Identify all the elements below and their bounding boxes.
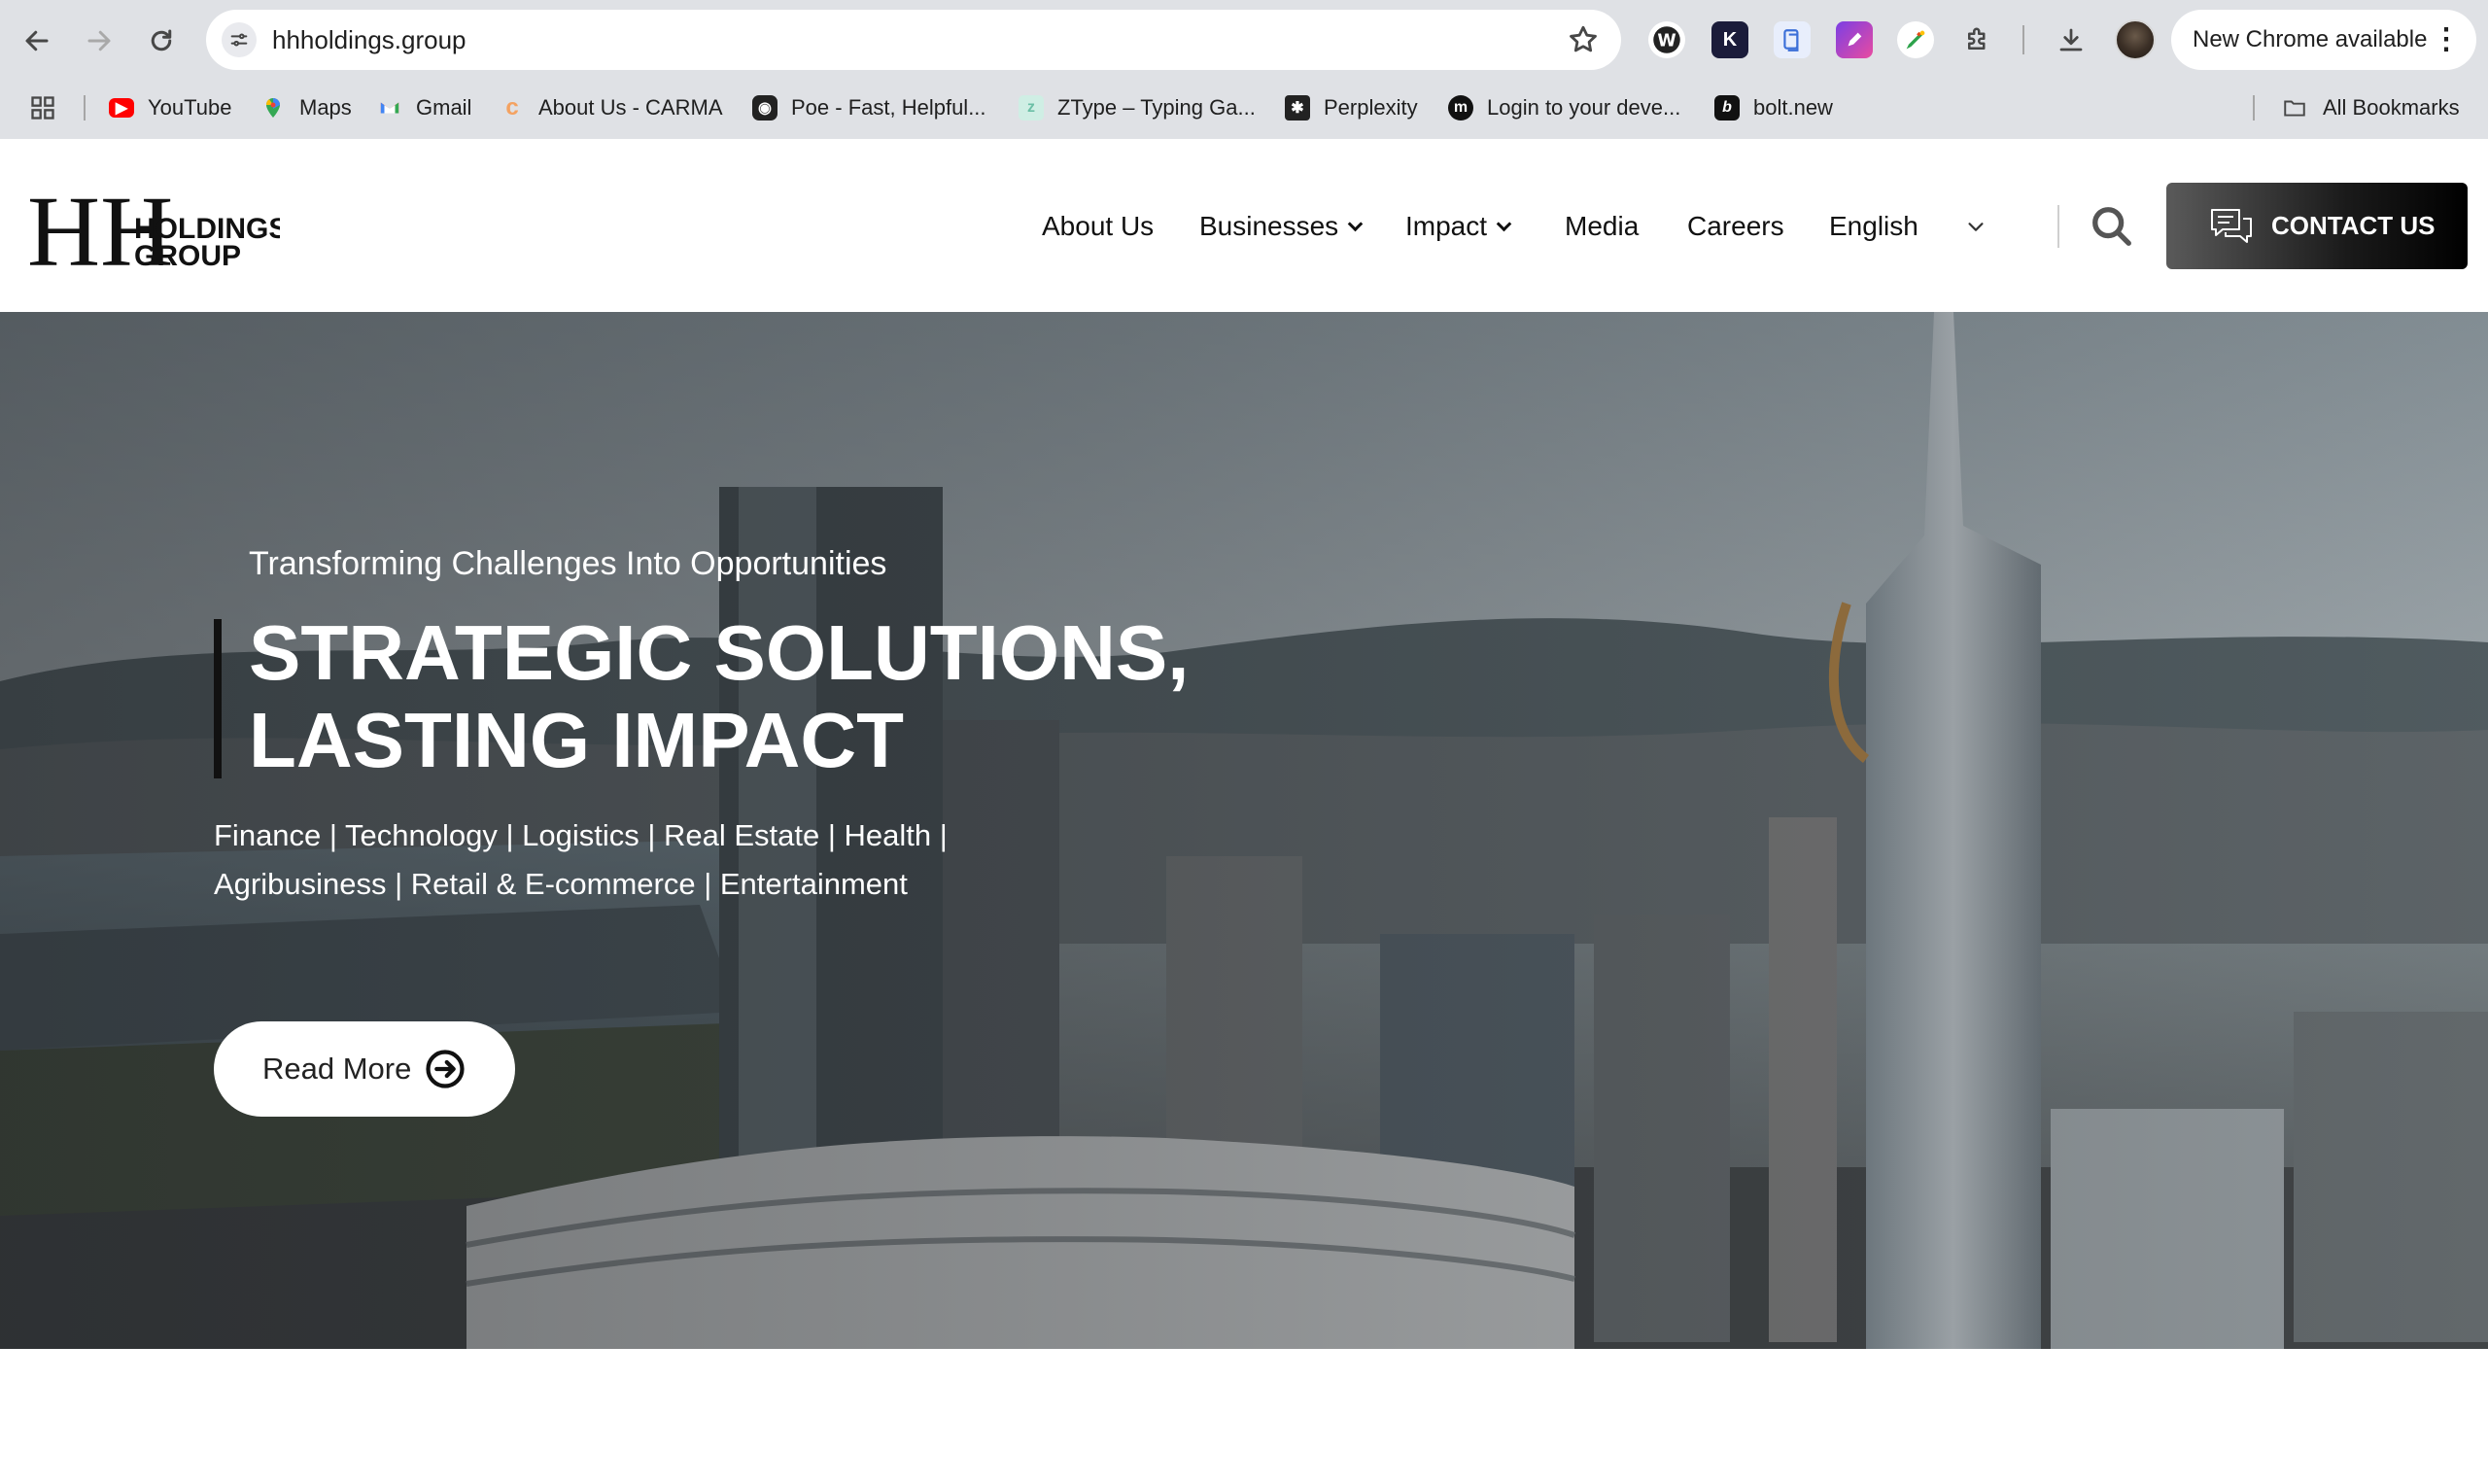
hero-accent-bar xyxy=(214,619,222,778)
nav-label: Impact xyxy=(1405,211,1488,241)
nav-media[interactable]: Media xyxy=(1565,194,1639,259)
bookmarks-divider xyxy=(2253,95,2255,121)
reload-button[interactable] xyxy=(138,17,185,64)
toolbar-divider xyxy=(2022,25,2024,54)
language-selector[interactable]: English xyxy=(1829,194,1988,259)
site-info-icon[interactable] xyxy=(222,22,257,57)
nav-label: Careers xyxy=(1687,211,1784,241)
extensions-puzzle-icon[interactable] xyxy=(1959,21,1996,58)
nav-label: Media xyxy=(1565,211,1640,241)
chevron-down-icon xyxy=(1347,216,1364,232)
profile-avatar[interactable] xyxy=(2115,19,2156,60)
bookmark-ztype[interactable]: z ZType – Typing Ga... xyxy=(1019,86,1256,130)
nav-impact[interactable]: Impact xyxy=(1405,194,1512,259)
bookmark-login[interactable]: m Login to your deve... xyxy=(1448,86,1680,130)
k-extension-icon[interactable]: K xyxy=(1711,21,1748,58)
bookmark-perplexity[interactable]: ✱ Perplexity xyxy=(1285,86,1418,130)
browser-toolbar: hhholdings.group W K New Chrome availabl… xyxy=(0,0,2488,80)
arrow-right-icon xyxy=(87,30,111,52)
address-bar[interactable]: hhholdings.group xyxy=(206,10,1621,70)
hero-section: Transforming Challenges Into Opportuniti… xyxy=(0,312,2488,1349)
menu-dots-icon[interactable]: ⋮ xyxy=(2432,10,2461,70)
wordpress-extension-icon[interactable]: W xyxy=(1648,21,1685,58)
bookmark-label: bolt.new xyxy=(1753,95,1833,120)
arrow-circle-right-icon xyxy=(426,1050,465,1088)
chrome-update-button[interactable]: New Chrome available ⋮ xyxy=(2171,10,2476,70)
bookmark-label: Poe - Fast, Helpful... xyxy=(791,95,986,120)
chevron-down-icon xyxy=(1968,223,1984,231)
medium-icon: m xyxy=(1448,95,1473,121)
nav-label: Businesses xyxy=(1199,211,1339,241)
hero-sectors: Finance | Technology | Logistics | Real … xyxy=(214,811,1088,909)
bookmark-label: About Us - CARMA xyxy=(538,95,723,120)
bookmarks-divider xyxy=(84,95,86,121)
bookmark-label: Perplexity xyxy=(1324,95,1418,120)
bookmark-bolt[interactable]: b bolt.new xyxy=(1714,86,1833,130)
nav-divider xyxy=(2057,205,2059,248)
all-bookmarks-label: All Bookmarks xyxy=(2323,95,2460,120)
youtube-icon: ▶ xyxy=(109,98,134,118)
contact-us-label: CONTACT US xyxy=(2271,211,2436,240)
bookmark-label: YouTube xyxy=(148,95,232,120)
sectors-line: Finance | Technology | Logistics | Real … xyxy=(214,818,948,852)
update-label: New Chrome available xyxy=(2193,26,2428,52)
carma-icon: c xyxy=(505,94,519,121)
nav-label: About Us xyxy=(1042,211,1155,241)
reload-icon xyxy=(151,29,172,52)
bookmark-gmail[interactable]: Gmail xyxy=(377,86,471,130)
docs-extension-icon[interactable] xyxy=(1774,21,1811,58)
chevron-down-icon xyxy=(1496,216,1512,232)
bookmark-label: Maps xyxy=(299,95,352,120)
all-bookmarks-button[interactable]: All Bookmarks xyxy=(2280,86,2460,130)
bookmark-maps[interactable]: Maps xyxy=(260,86,352,130)
browser-chrome: hhholdings.group W K New Chrome availabl… xyxy=(0,0,2488,139)
bookmark-carma[interactable]: c About Us - CARMA xyxy=(500,86,723,130)
bookmark-poe[interactable]: ◉ Poe - Fast, Helpful... xyxy=(752,86,986,130)
perplexity-icon: ✱ xyxy=(1285,95,1310,121)
pen-extension-icon[interactable] xyxy=(1836,21,1873,58)
bookmark-star-icon[interactable] xyxy=(1567,23,1600,56)
poe-icon: ◉ xyxy=(752,95,778,121)
address-bar-url[interactable]: hhholdings.group xyxy=(272,10,466,70)
nav-about-us[interactable]: About Us xyxy=(1042,194,1154,259)
chat-bubbles-icon xyxy=(2211,208,2252,243)
sectors-line: Agribusiness | Retail & E-commerce | Ent… xyxy=(214,867,908,901)
bookmark-label: ZType – Typing Ga... xyxy=(1057,95,1256,120)
read-more-button[interactable]: Read More xyxy=(214,1021,515,1117)
bolt-icon: b xyxy=(1714,95,1740,121)
forward-button[interactable] xyxy=(76,17,122,64)
arrow-left-icon xyxy=(25,30,49,52)
back-button[interactable] xyxy=(14,17,60,64)
folder-icon xyxy=(2284,100,2305,117)
logo-line-group: GROUP xyxy=(134,240,241,272)
contact-us-button[interactable]: CONTACT US xyxy=(2166,183,2468,269)
svg-text:W: W xyxy=(1657,31,1676,51)
gmail-icon xyxy=(377,95,402,121)
read-more-label: Read More xyxy=(262,1052,412,1086)
download-icon[interactable] xyxy=(2053,21,2090,58)
ztype-icon: z xyxy=(1019,95,1044,121)
language-label: English xyxy=(1829,211,1918,241)
color-pen-extension-icon[interactable] xyxy=(1897,21,1934,58)
maps-icon xyxy=(260,95,286,121)
nav-careers[interactable]: Careers xyxy=(1687,194,1784,259)
hh-holdings-logo[interactable]: HH HOLDINGS GROUP xyxy=(27,176,288,288)
apps-grid-icon[interactable] xyxy=(29,86,56,130)
hero-tagline: Transforming Challenges Into Opportuniti… xyxy=(249,545,887,582)
bookmark-label: Login to your deve... xyxy=(1487,95,1681,120)
hero-title: STRATEGIC SOLUTIONS, LASTING IMPACT xyxy=(249,609,1190,783)
bookmark-label: Gmail xyxy=(416,95,472,120)
nav-businesses[interactable]: Businesses xyxy=(1199,194,1364,259)
bookmarks-bar: ▶ YouTube Maps Gmail c About Us - CARMA … xyxy=(0,86,2488,130)
bookmark-youtube[interactable]: ▶ YouTube xyxy=(109,86,231,130)
search-icon[interactable] xyxy=(2090,204,2134,249)
